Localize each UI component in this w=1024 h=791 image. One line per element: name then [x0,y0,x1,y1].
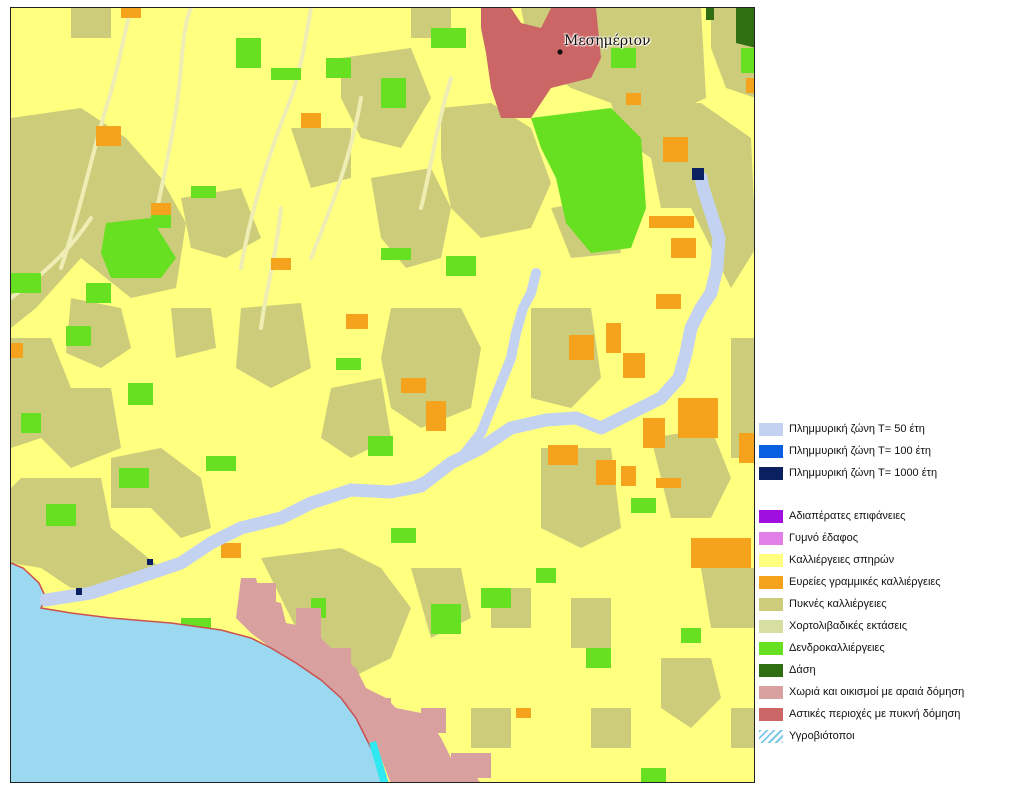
flood-legend-item: Πλημμυρική ζώνη T= 1000 έτη [759,462,1021,484]
landuse-legend-swatch [759,619,783,633]
landuse-legend-label: Δενδροκαλλιέργειες [789,642,885,654]
landuse-legend-label: Πυκνές καλλιέργειες [789,598,887,610]
landuse-legend-swatch [759,597,783,611]
landuse-legend-item: Καλλιέργειες σπηρών [759,549,1021,571]
landuse-legend-item: Χορτολιβαδικές εκτάσεις [759,615,1021,637]
place-label-mesimerion: Μεσημέριον [564,33,651,49]
landuse-legend-label: Υγροβιότοποι [789,730,855,742]
landuse-legend-label: Ευρείες γραμμικές καλλιέργειες [789,576,941,588]
flood-zone-legend: Πλημμυρική ζώνη T= 50 έτη Πλημμυρική ζώνη… [759,418,1021,484]
landuse-legend-item: Ευρείες γραμμικές καλλιέργειες [759,571,1021,593]
land-use-map[interactable]: Μεσημέριον [10,7,755,783]
landuse-legend-item: Αστικές περιοχές με πυκνή δόμηση [759,703,1021,725]
landuse-legend-item: Γυμνό έδαφος [759,527,1021,549]
landuse-legend-item: Πυκνές καλλιέργειες [759,593,1021,615]
landuse-legend-swatch [759,509,783,523]
landuse-legend-swatch [759,553,783,567]
flood-legend-swatch [759,444,783,458]
landuse-legend-swatch [759,531,783,545]
flood-legend-label: Πλημμυρική ζώνη T= 100 έτη [789,445,931,457]
landuse-legend-swatch [759,707,783,721]
flood-legend-item: Πλημμυρική ζώνη T= 100 έτη [759,440,1021,462]
landuse-legend-label: Αστικές περιοχές με πυκνή δόμηση [789,708,961,720]
flood-legend-label: Πλημμυρική ζώνη T= 50 έτη [789,423,925,435]
landuse-legend-item: Δάση [759,659,1021,681]
map-canvas [11,8,754,782]
landuse-legend-swatch [759,729,783,743]
landuse-legend-label: Γυμνό έδαφος [789,532,859,544]
landuse-legend-label: Χωριά και οικισμοί με αραιά δόμηση [789,686,965,698]
landuse-legend-label: Καλλιέργειες σπηρών [789,554,895,566]
landuse-legend-item: Χωριά και οικισμοί με αραιά δόμηση [759,681,1021,703]
flood-legend-label: Πλημμυρική ζώνη T= 1000 έτη [789,467,938,479]
landuse-legend-item: Αδιαπέρατες επιφάνειες [759,505,1021,527]
landuse-legend-label: Αδιαπέρατες επιφάνειες [789,510,906,522]
landuse-legend-swatch [759,663,783,677]
flood-legend-item: Πλημμυρική ζώνη T= 50 έτη [759,418,1021,440]
landuse-legend-swatch [759,641,783,655]
landuse-legend-swatch [759,575,783,589]
landuse-legend-label: Χορτολιβαδικές εκτάσεις [789,620,908,632]
landuse-legend-label: Δάση [789,664,816,676]
landuse-legend-item: Δενδροκαλλιέργειες [759,637,1021,659]
flood-legend-swatch [759,422,783,436]
landuse-legend-item: Υγροβιότοποι [759,725,1021,747]
flood-legend-swatch [759,466,783,480]
place-dot [557,49,563,55]
landuse-legend-swatch [759,685,783,699]
land-use-legend: Αδιαπέρατες επιφάνειες Γυμνό έδαφος Καλλιέ… [759,505,1021,747]
